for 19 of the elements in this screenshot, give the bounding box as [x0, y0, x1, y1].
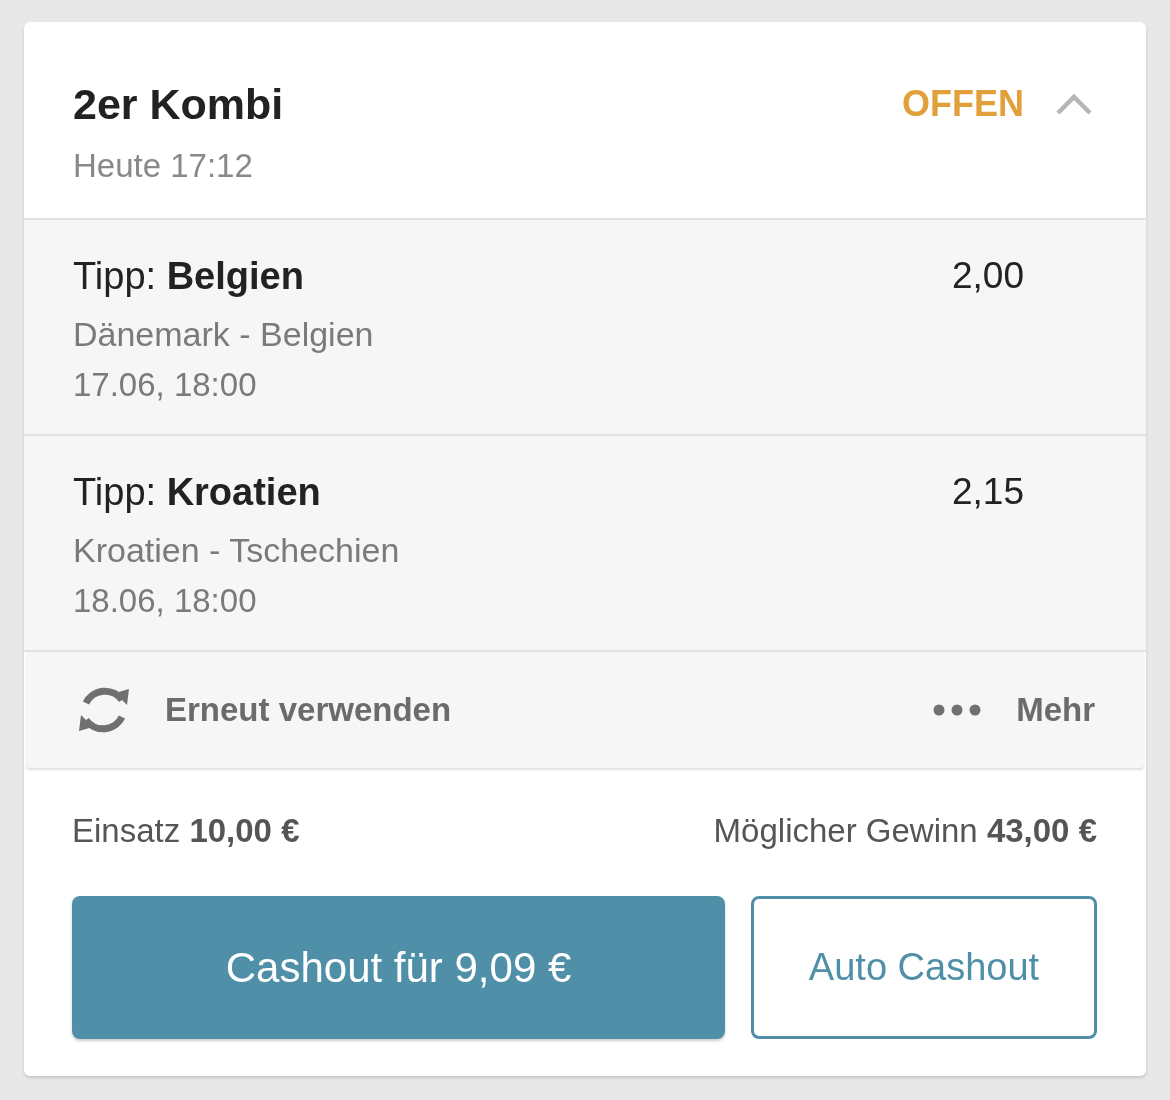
- bet-time: Heute 17:12: [73, 146, 253, 186]
- more-button[interactable]: Mehr: [933, 689, 1095, 731]
- odds-value: 2,00: [952, 254, 1024, 298]
- cashout-button[interactable]: Cashout für 9,09 €: [72, 896, 725, 1039]
- status-label: OFFEN: [902, 82, 1024, 126]
- reuse-button[interactable]: Erneut verwenden: [77, 683, 452, 737]
- match-date: 18.06, 18:00: [73, 581, 257, 621]
- potential-win-text: Möglicher Gewinn 43,00 €: [713, 811, 1097, 851]
- tip-text: Tipp: Belgien: [73, 254, 304, 299]
- tip-text: Tipp: Kroatien: [73, 470, 321, 515]
- match-text: Dänemark - Belgien: [73, 314, 374, 355]
- odds-value: 2,15: [952, 470, 1024, 514]
- bet-title: 2er Kombi: [73, 79, 284, 129]
- match-date: 17.06, 18:00: [73, 365, 257, 405]
- match-text: Kroatien - Tschechien: [73, 530, 400, 571]
- more-dots-icon: [933, 704, 982, 716]
- chevron-up-icon[interactable]: [1056, 93, 1092, 115]
- stake-text: Einsatz 10,00 €: [72, 811, 300, 851]
- auto-cashout-button[interactable]: Auto Cashout: [751, 896, 1097, 1039]
